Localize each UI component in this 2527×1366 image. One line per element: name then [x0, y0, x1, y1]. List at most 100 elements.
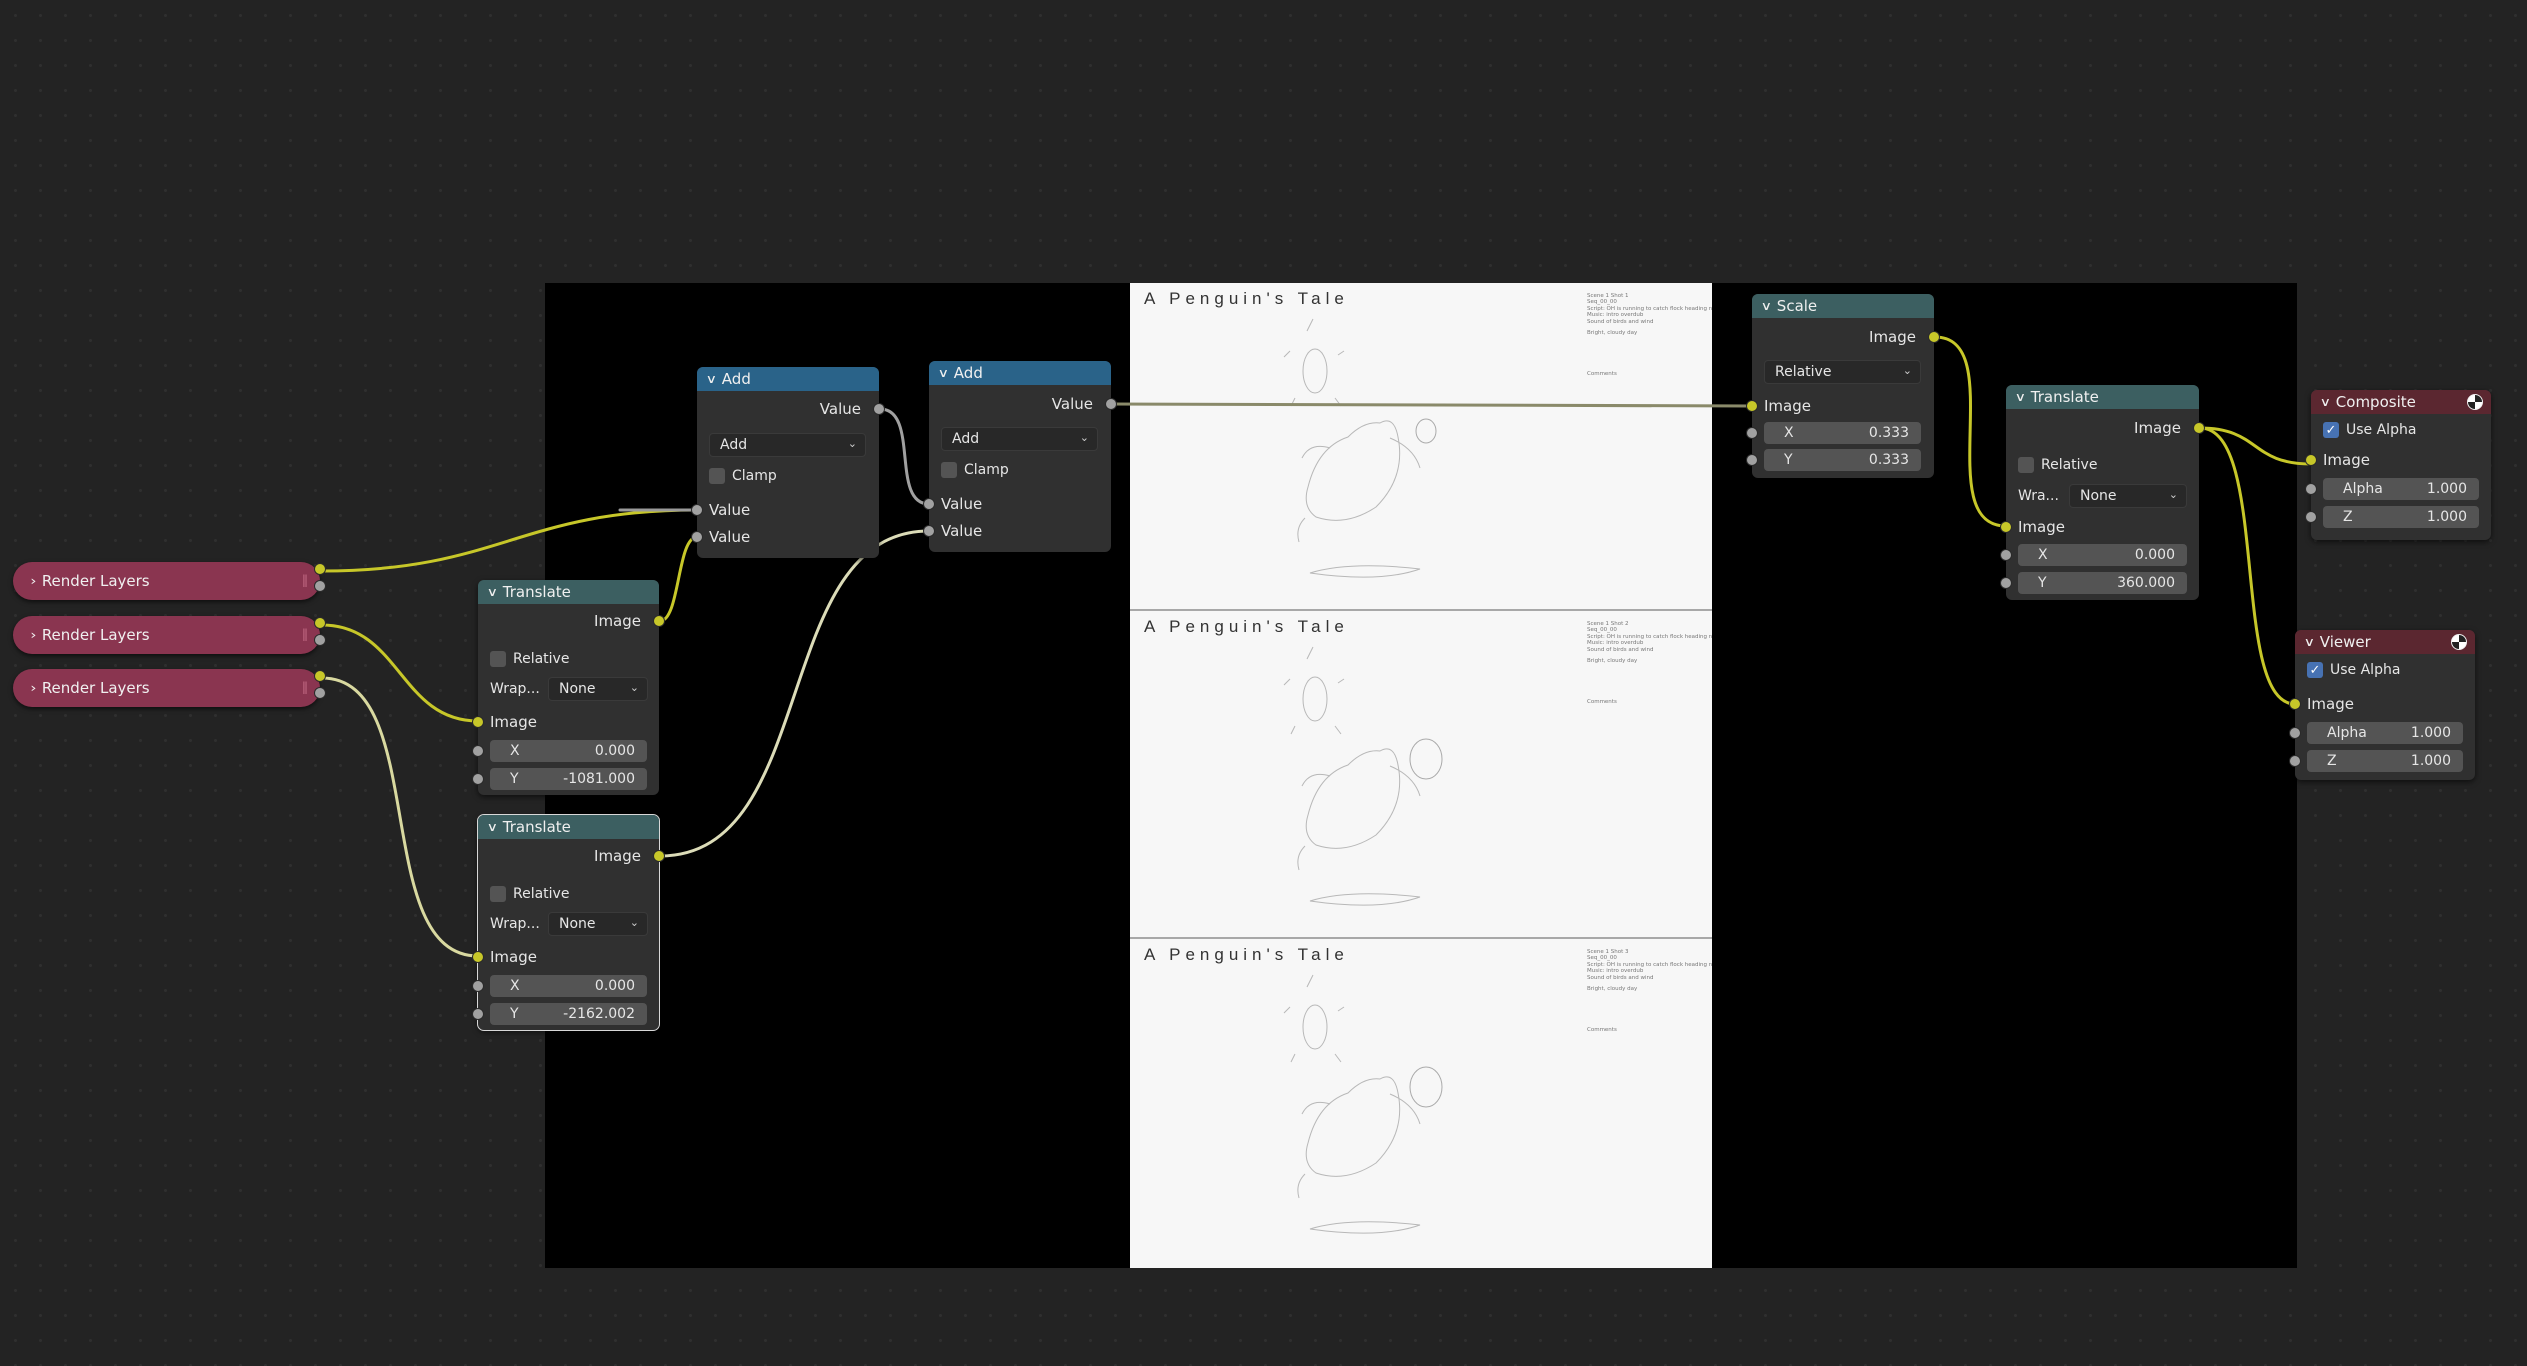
- checkbox-icon[interactable]: [2018, 457, 2034, 473]
- alpha-output-socket[interactable]: [314, 687, 326, 699]
- render-layers-node[interactable]: › Render Layers ||: [13, 669, 326, 707]
- link-renderlayers3-to-translate2[interactable]: [320, 676, 480, 958]
- wrap-dropdown[interactable]: None ⌄: [548, 912, 648, 936]
- y-field[interactable]: Y -1081.000: [490, 768, 647, 790]
- math-add-node[interactable]: ∨ Add Value Add ⌄ Clamp Value Value: [691, 367, 885, 558]
- value-output-socket[interactable]: [873, 403, 885, 415]
- checkmark-icon[interactable]: ✓: [2323, 422, 2339, 438]
- y-input-socket[interactable]: [2000, 577, 2012, 589]
- x-field[interactable]: X 0.000: [490, 975, 647, 997]
- image-output-socket[interactable]: [653, 615, 665, 627]
- node-header[interactable]: ∨ Scale: [1752, 294, 1934, 318]
- render-layers-node[interactable]: › Render Layers ||: [13, 562, 326, 600]
- alpha-field[interactable]: Alpha 1.000: [2307, 722, 2463, 744]
- image-output-socket[interactable]: [653, 850, 665, 862]
- checkmark-icon[interactable]: ✓: [2307, 662, 2323, 678]
- x-field[interactable]: X 0.333: [1764, 422, 1921, 444]
- checkbox-icon[interactable]: [490, 886, 506, 902]
- chevron-down-icon[interactable]: ∨: [2015, 390, 2026, 404]
- use-alpha-checkbox[interactable]: ✓ Use Alpha: [2307, 659, 2400, 681]
- y-field[interactable]: Y -2162.002: [490, 1003, 647, 1025]
- node-header[interactable]: ∨ Translate: [2006, 385, 2199, 409]
- alpha-output-socket[interactable]: [314, 580, 326, 592]
- translate-node[interactable]: ∨ Translate Image Relative Wra... None ⌄ …: [2000, 385, 2205, 600]
- checkbox-icon[interactable]: [941, 462, 957, 478]
- x-input-socket[interactable]: [472, 745, 484, 757]
- image-input-socket[interactable]: [2000, 521, 2012, 533]
- chevron-down-icon[interactable]: ∨: [2320, 395, 2331, 409]
- relative-checkbox[interactable]: Relative: [490, 648, 569, 670]
- scale-node[interactable]: ∨ Scale Image Relative ⌄ Image X 0.333 Y 0.…: [1746, 294, 1940, 478]
- node-header[interactable]: ∨ Add: [929, 361, 1111, 385]
- render-layers-node[interactable]: › Render Layers ||: [13, 616, 326, 654]
- chevron-right-icon[interactable]: ›: [30, 681, 36, 695]
- node-header[interactable]: ∨ Add: [697, 367, 879, 391]
- wrap-dropdown[interactable]: None ⌄: [548, 677, 648, 701]
- alpha-output-socket[interactable]: [314, 634, 326, 646]
- image-output-socket[interactable]: [314, 670, 326, 682]
- chevron-right-icon[interactable]: ›: [30, 574, 36, 588]
- image-output-socket[interactable]: [2193, 422, 2205, 434]
- relative-checkbox[interactable]: Relative: [2018, 454, 2097, 476]
- checkbox-icon[interactable]: [490, 651, 506, 667]
- image-input-socket[interactable]: [472, 716, 484, 728]
- y-input-socket[interactable]: [472, 773, 484, 785]
- z-field[interactable]: Z 1.000: [2323, 506, 2479, 528]
- image-input-socket[interactable]: [472, 951, 484, 963]
- chevron-right-icon[interactable]: ›: [30, 628, 36, 642]
- y-input-socket[interactable]: [472, 1008, 484, 1020]
- clamp-checkbox[interactable]: Clamp: [709, 465, 777, 487]
- image-input-socket[interactable]: [2289, 698, 2301, 710]
- node-header[interactable]: ∨ Translate: [478, 580, 659, 604]
- composite-node[interactable]: ∨ Composite ✓ Use Alpha Image Alpha 1.000 …: [2305, 390, 2491, 540]
- chevron-down-icon[interactable]: ∨: [938, 366, 949, 380]
- clamp-checkbox[interactable]: Clamp: [941, 459, 1009, 481]
- value-input-socket[interactable]: [691, 504, 703, 516]
- z-input-socket[interactable]: [2289, 755, 2301, 767]
- chevron-down-icon[interactable]: ∨: [706, 372, 717, 386]
- alpha-input-socket[interactable]: [2289, 727, 2301, 739]
- chevron-down-icon[interactable]: ∨: [2304, 635, 2315, 649]
- z-field[interactable]: Z 1.000: [2307, 750, 2463, 772]
- relative-checkbox[interactable]: Relative: [490, 883, 569, 905]
- wrap-dropdown[interactable]: None ⌄: [2069, 484, 2187, 508]
- y-field[interactable]: Y 0.333: [1764, 449, 1921, 471]
- alpha-field[interactable]: Alpha 1.000: [2323, 478, 2479, 500]
- alpha-input-socket[interactable]: [2305, 483, 2317, 495]
- x-input-socket[interactable]: [1746, 427, 1758, 439]
- space-dropdown[interactable]: Relative ⌄: [1764, 360, 1921, 384]
- use-alpha-checkbox[interactable]: ✓ Use Alpha: [2323, 419, 2416, 441]
- x-input-socket[interactable]: [472, 980, 484, 992]
- math-add-node[interactable]: ∨ Add Value Add ⌄ Clamp Value Value: [923, 361, 1117, 552]
- node-header[interactable]: ∨ Translate: [478, 815, 659, 839]
- image-output-socket[interactable]: [314, 617, 326, 629]
- image-input-socket[interactable]: [2305, 454, 2317, 466]
- translate-node[interactable]: ∨ Translate Image Relative Wrap... None ⌄…: [472, 580, 665, 795]
- link-renderlayers2-to-translate1[interactable]: [320, 623, 480, 723]
- operation-dropdown[interactable]: Add ⌄: [941, 427, 1098, 451]
- operation-dropdown[interactable]: Add ⌄: [709, 433, 866, 457]
- image-input-socket[interactable]: [1746, 400, 1758, 412]
- y-input-socket[interactable]: [1746, 454, 1758, 466]
- chevron-down-icon[interactable]: ∨: [487, 820, 498, 834]
- x-field[interactable]: X 0.000: [490, 740, 647, 762]
- image-output-socket[interactable]: [1928, 331, 1940, 343]
- chevron-down-icon[interactable]: ∨: [1761, 299, 1772, 313]
- node-header[interactable]: ∨ Viewer: [2295, 630, 2475, 654]
- value-output-socket[interactable]: [1105, 398, 1117, 410]
- x-field[interactable]: X 0.000: [2018, 544, 2187, 566]
- checkbox-icon[interactable]: [709, 468, 725, 484]
- z-input-socket[interactable]: [2305, 511, 2317, 523]
- value-input-socket[interactable]: [691, 531, 703, 543]
- node-header[interactable]: ∨ Composite: [2311, 390, 2491, 414]
- value-input-socket[interactable]: [923, 525, 935, 537]
- image-output-socket[interactable]: [314, 563, 326, 575]
- translate-node[interactable]: ∨ Translate Image Relative Wrap... None ⌄…: [472, 814, 665, 1031]
- viewer-node[interactable]: ∨ Viewer ✓ Use Alpha Image Alpha 1.000 Z 1.…: [2289, 630, 2475, 780]
- x-input-socket[interactable]: [2000, 549, 2012, 561]
- chevron-down-icon[interactable]: ∨: [487, 585, 498, 599]
- y-field[interactable]: Y 360.000: [2018, 572, 2187, 594]
- panel-comments-label: Comments: [1587, 699, 1617, 705]
- chevron-down-icon: ⌄: [629, 916, 639, 929]
- value-input-socket[interactable]: [923, 498, 935, 510]
